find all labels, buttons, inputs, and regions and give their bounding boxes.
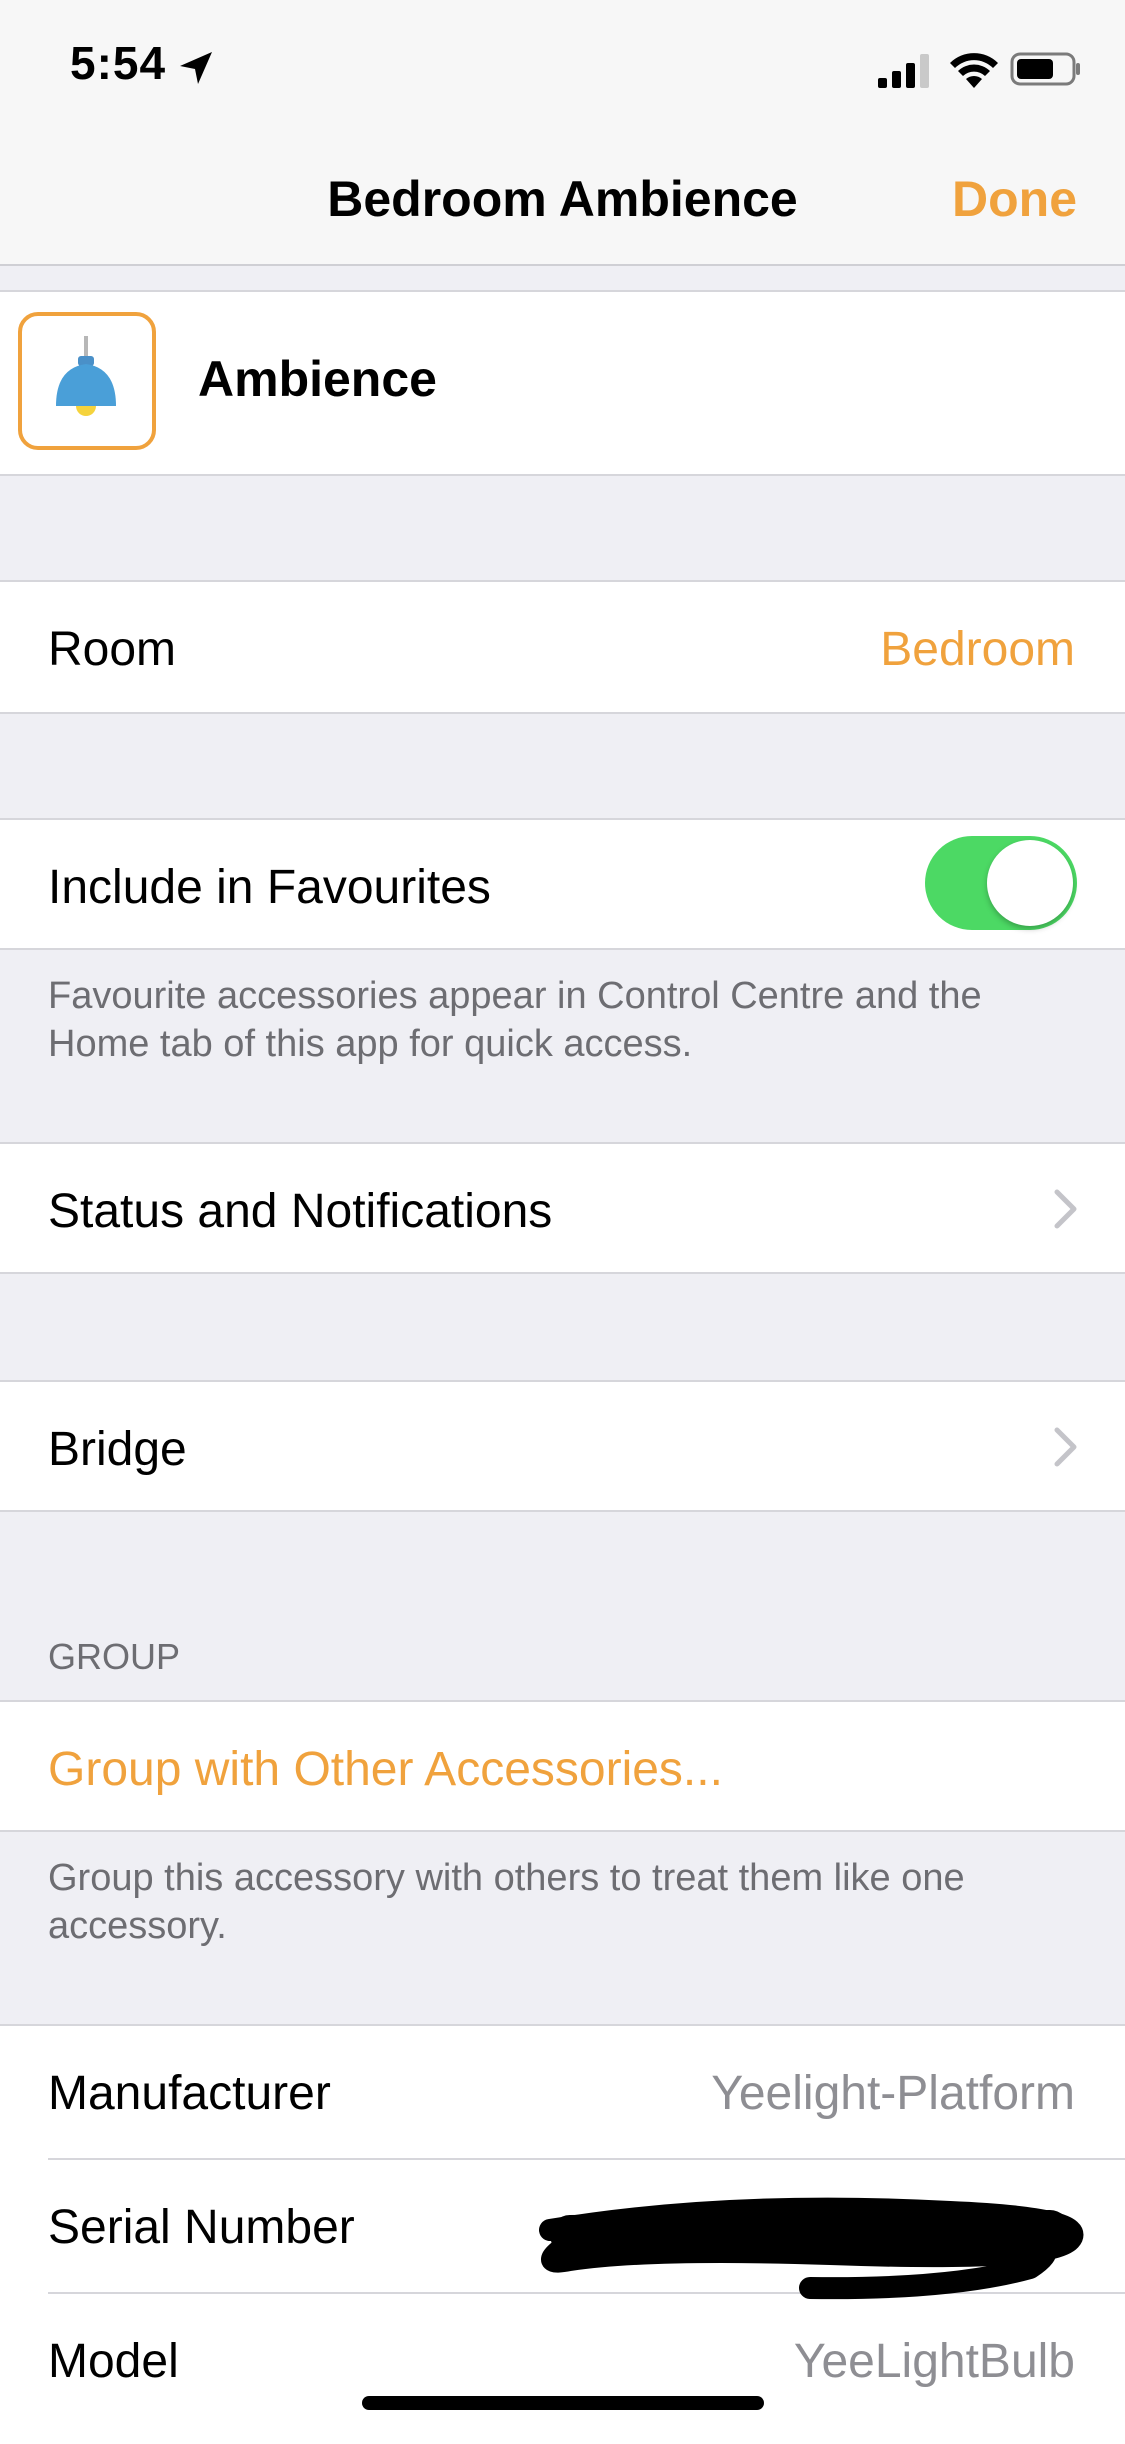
- battery-icon: [1010, 52, 1080, 86]
- location-arrow-icon: [180, 52, 212, 84]
- status-time: 5:54: [70, 37, 167, 89]
- toggle-knob: [987, 840, 1073, 926]
- manufacturer-value: Yeelight-Platform: [711, 2067, 1075, 2120]
- group-footer: Group this accessory with others to trea…: [48, 1857, 965, 1947]
- favourites-toggle[interactable]: [925, 836, 1077, 930]
- home-indicator[interactable]: [362, 2396, 764, 2410]
- pendant-lamp-icon: [56, 336, 116, 416]
- accessory-name-row[interactable]: Ambience: [0, 290, 1125, 476]
- row-divider: [48, 2158, 1125, 2160]
- redaction-scribble: [539, 2197, 1084, 2300]
- bridge-label: Bridge: [48, 1423, 187, 1476]
- status-notifications-label: Status and Notifications: [48, 1185, 553, 1238]
- room-row[interactable]: Room Bedroom: [0, 580, 1125, 714]
- manufacturer-label: Manufacturer: [48, 2067, 331, 2120]
- favourites-footer: Favourite accessories appear in Control …: [48, 975, 982, 1065]
- room-label: Room: [48, 623, 177, 676]
- wifi-icon: [950, 53, 998, 88]
- bridge-row[interactable]: Bridge: [0, 1380, 1125, 1512]
- status-notifications-row[interactable]: Status and Notifications: [0, 1142, 1125, 1274]
- favourites-row: Include in Favourites: [0, 818, 1125, 950]
- accessory-name: Ambience: [198, 351, 437, 407]
- model-value: YeeLightBulb: [793, 2335, 1075, 2388]
- model-label: Model: [48, 2335, 179, 2388]
- cellular-signal-icon: [878, 54, 929, 88]
- serial-number-label: Serial Number: [48, 2201, 355, 2254]
- group-accessories-button[interactable]: Group with Other Accessories...: [48, 1742, 723, 1797]
- done-button[interactable]: Done: [952, 170, 1077, 228]
- room-value: Bedroom: [880, 623, 1075, 676]
- chevron-right-icon: [1054, 1427, 1077, 1467]
- accessory-icon-button[interactable]: [18, 312, 156, 450]
- chevron-right-icon: [1054, 1189, 1077, 1229]
- group-section-header: GROUP: [48, 1636, 181, 1677]
- favourites-label: Include in Favourites: [48, 861, 491, 914]
- group-row[interactable]: Group with Other Accessories...: [0, 1700, 1125, 1832]
